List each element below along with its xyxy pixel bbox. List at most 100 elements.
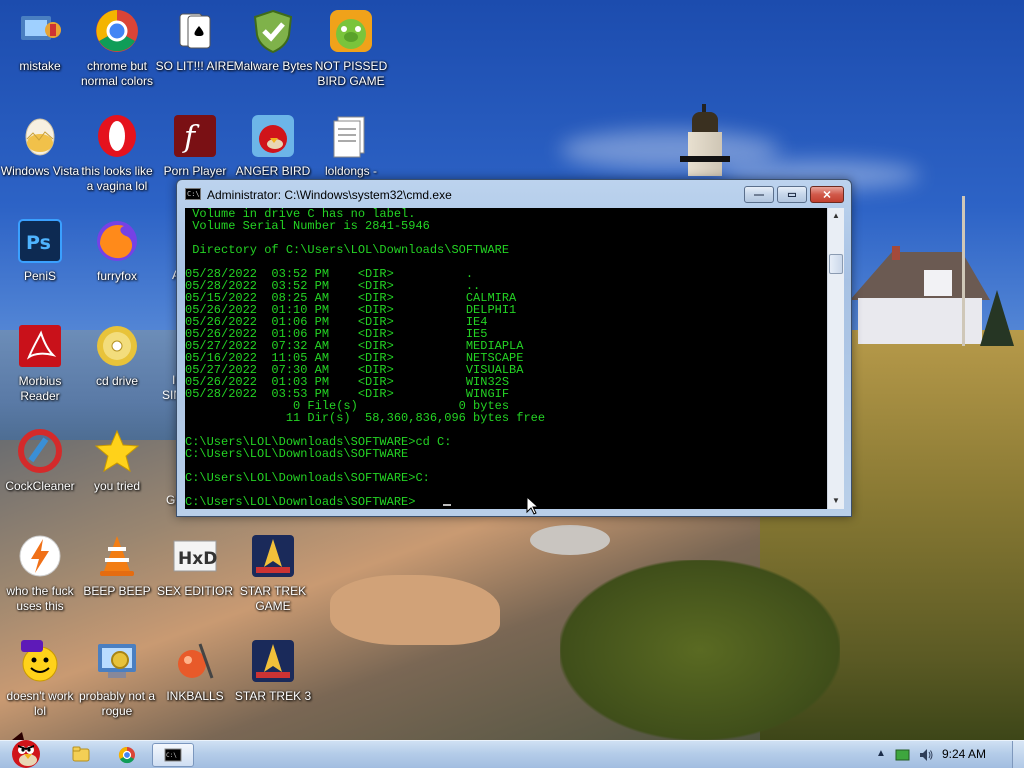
yahoo-messenger-icon — [21, 640, 58, 682]
ccleaner-icon — [18, 429, 62, 473]
desktop-icon-morbius-reader[interactable]: Morbius Reader — [0, 323, 80, 404]
desktop-icon-porn-player[interactable]: f Porn Player — [155, 113, 235, 179]
cmd-icon: C:\ — [164, 748, 182, 762]
start-button[interactable] — [2, 732, 50, 768]
desktop-icon-penis[interactable]: Ps PeniS — [0, 218, 80, 284]
star-icon — [94, 429, 140, 473]
desktop-icon-inkballs[interactable]: INKBALLS — [155, 638, 235, 704]
minimize-button[interactable]: — — [744, 186, 774, 203]
mouse-pointer-icon — [526, 496, 540, 515]
console-line: C:\Users\LOL\Downloads\SOFTWARE — [185, 447, 409, 461]
desktop-icon-label: STAR TREK GAME — [239, 584, 307, 613]
desktop-icon-star-trek-game[interactable]: STAR TREK GAME — [233, 533, 313, 614]
desktop-icon-label: Malware Bytes — [233, 59, 313, 73]
console-line: Volume Serial Number is 2841-5946 — [185, 219, 430, 233]
shield-icon — [253, 9, 293, 54]
partial-label-g: G — [166, 493, 176, 507]
taskbar-explorer-button[interactable] — [62, 743, 100, 767]
console-line: C:\Users\LOL\Downloads\SOFTWARE>C: — [185, 471, 430, 485]
hxd-icon: HxD — [173, 540, 217, 572]
opera-icon — [98, 115, 136, 157]
cmd-title-bar[interactable]: C:\ Administrator: C:\Windows\system32\c… — [177, 180, 851, 208]
desktop-icon-opera[interactable]: this looks like a vagina lol — [77, 113, 157, 194]
taskbar-chrome-button[interactable] — [108, 743, 146, 767]
firefox-icon — [97, 221, 137, 261]
desktop-icon-label: INKBALLS — [166, 689, 224, 703]
desktop-icon-chrome[interactable]: chrome but normal colors — [77, 8, 157, 89]
svg-text:HxD: HxD — [178, 549, 217, 569]
desktop-icon-loldongs[interactable]: loldongs - — [311, 113, 391, 179]
desktop-icon-cd-drive[interactable]: cd drive — [77, 323, 157, 389]
star-trek-icon — [252, 535, 294, 577]
desktop-icon-doesnt-work[interactable]: doesn't work lol — [0, 638, 80, 719]
desktop-icon-label: Windows Vista — [0, 164, 80, 178]
desktop-icon-sex-editior[interactable]: HxD SEX EDITIOR — [155, 533, 235, 599]
desktop-icon-furryfox[interactable]: furryfox — [77, 218, 157, 284]
desktop-icon-label: SO LIT!!! AIRE — [155, 59, 235, 73]
desktop-icon-label: mistake — [19, 59, 61, 73]
cmd-app-icon[interactable]: C:\ — [185, 188, 201, 200]
desktop-icon-malwarebytes[interactable]: Malware Bytes — [233, 8, 313, 74]
desktop-icon-mistake[interactable]: mistake — [0, 8, 80, 74]
text-cursor — [443, 504, 451, 506]
angry-bird-icon — [252, 115, 294, 157]
battery-icon[interactable] — [895, 748, 911, 762]
desktop-icon-you-tried[interactable]: you tried — [77, 428, 157, 494]
console-line: Directory of C:\Users\LOL\Downloads\SOFT… — [185, 243, 510, 257]
maximize-button[interactable]: ▭ — [777, 186, 807, 203]
flash-icon: f — [174, 115, 216, 157]
lighthouse — [680, 104, 740, 184]
desktop-icon-solitaire[interactable]: SO LIT!!! AIRE — [155, 8, 235, 74]
scrollbar-thumb[interactable] — [829, 254, 843, 274]
desktop-icon-label: loldongs - — [324, 164, 378, 178]
desktop-icon-label: NOT PISSED BIRD GAME — [314, 59, 388, 88]
desktop-icon-cockcleaner[interactable]: CockCleaner — [0, 428, 80, 494]
close-button[interactable]: ✕ — [810, 186, 844, 203]
window-title: Administrator: C:\Windows\system32\cmd.e… — [207, 188, 452, 202]
document-icon — [333, 116, 365, 158]
desktop-icon-label: PeniS — [23, 269, 57, 283]
gears-icon — [98, 644, 136, 678]
pdf-reader-icon — [19, 325, 61, 367]
console-output-area[interactable]: Volume in drive C has no label. Volume S… — [185, 208, 827, 509]
desktop-icon-label: chrome but normal colors — [80, 59, 154, 88]
angry-bird-start-icon — [12, 732, 40, 768]
desktop-icon-label: cd drive — [95, 374, 139, 388]
close-icon: ✕ — [822, 189, 832, 201]
keepers-house — [850, 238, 990, 348]
inkball-icon — [178, 643, 214, 679]
desktop-icon-beep-beep[interactable]: BEEP BEEP — [77, 533, 157, 599]
desktop-icon-anger-bird[interactable]: ANGER BIRD — [233, 113, 313, 179]
taskbar-cmd-button[interactable]: C:\ — [152, 743, 194, 767]
desktop-icon-windows-vista[interactable]: Windows Vista — [0, 113, 80, 179]
partial-label-i: I — [172, 373, 176, 387]
green-pig-icon — [330, 10, 372, 52]
console-text: Volume in drive C has no label. Volume S… — [185, 208, 545, 508]
desktop-icon-pissed-bird[interactable]: NOT PISSED BIRD GAME — [311, 8, 391, 89]
egg-icon — [25, 118, 55, 156]
photoshop-icon: Ps — [18, 219, 62, 263]
desktop-icon-label: this looks like a vagina lol — [81, 164, 153, 193]
show-hidden-icons-arrow-icon[interactable]: ▲ — [876, 748, 886, 759]
console-line: C:\Users\LOL\Downloads\SOFTWARE> — [185, 495, 416, 509]
desktop-icon-label: SEX EDITIOR — [156, 584, 233, 598]
flagpole — [962, 196, 965, 346]
lightning-icon — [19, 535, 61, 577]
control-panel-icon — [21, 16, 61, 40]
desktop-icon-who-uses-this[interactable]: who the fuck uses this — [0, 533, 80, 614]
desktop-icon-not-a-rogue[interactable]: probably not a rogue — [77, 638, 157, 719]
desktop-icon-label: ANGER BIRD — [235, 164, 311, 178]
desktop-icon-star-trek-3[interactable]: STAR TREK 3 — [233, 638, 313, 704]
desktop-icon-label: who the fuck uses this — [6, 584, 74, 613]
scroll-down-arrow-icon[interactable]: ▼ — [828, 493, 844, 509]
cmd-window[interactable]: C:\ Administrator: C:\Windows\system32\c… — [176, 179, 852, 517]
clock[interactable]: 9:24 AM — [942, 747, 986, 761]
volume-icon[interactable] — [918, 747, 934, 763]
desktop-icon-label: Porn Player — [163, 164, 227, 178]
desktop-icon-label: Morbius Reader — [18, 374, 62, 403]
desktop-icon-label: BEEP BEEP — [83, 584, 151, 598]
scroll-up-arrow-icon[interactable]: ▲ — [828, 208, 844, 224]
show-desktop-button[interactable] — [1012, 741, 1024, 768]
vertical-scrollbar[interactable]: ▲ ▼ — [827, 208, 844, 509]
chrome-icon — [118, 746, 135, 764]
